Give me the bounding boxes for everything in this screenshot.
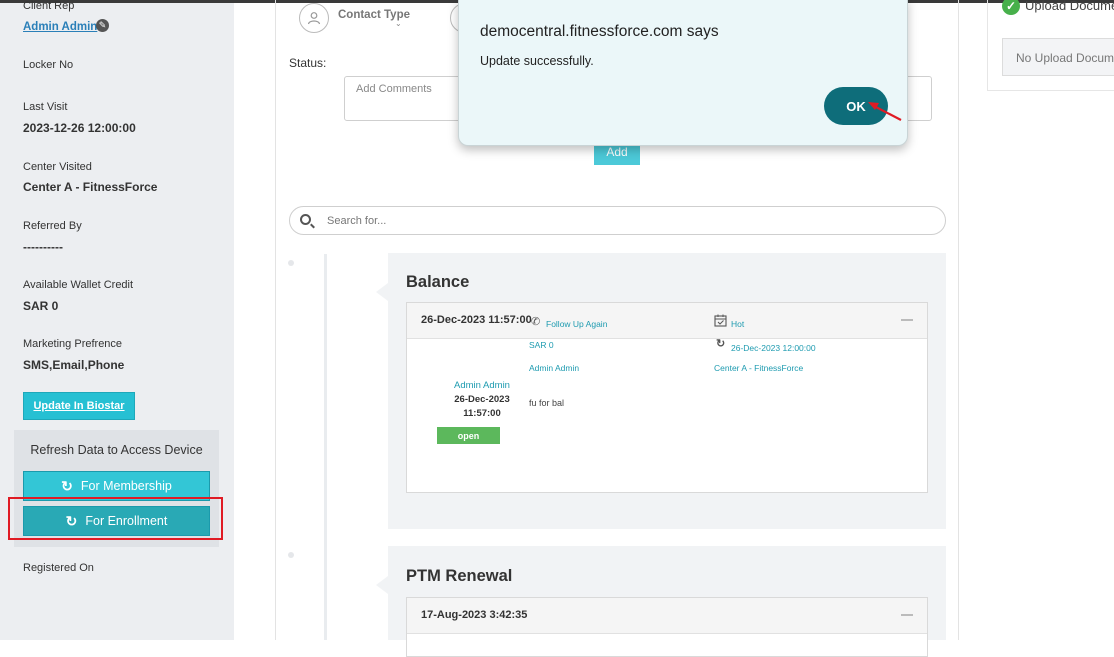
dialog-message: Update successfully. bbox=[480, 54, 594, 68]
center-visited-value: Center A - FitnessForce bbox=[23, 180, 158, 194]
calendar-icon bbox=[714, 314, 727, 332]
dialog-title: democentral.fitnessforce.com says bbox=[480, 23, 719, 40]
entry-assigned-to: Admin Admin bbox=[529, 363, 580, 373]
follow-up-type: Follow Up Again bbox=[546, 319, 608, 329]
for-enrollment-button[interactable]: ↻ For Enrollment bbox=[23, 506, 210, 536]
entry-priority: Hot bbox=[731, 319, 745, 329]
last-visit-value: 2023-12-26 12:00:00 bbox=[23, 121, 136, 135]
timeline-pointer bbox=[376, 283, 388, 301]
followup-entry: 26-Dec-2023 11:57:00 Admin Admin 26-Dec-… bbox=[406, 302, 928, 493]
phone-icon: ✆ bbox=[531, 316, 541, 328]
right-panel-divider bbox=[987, 90, 1114, 91]
refresh-title: Refresh Data to Access Device bbox=[30, 443, 203, 457]
search-bar bbox=[289, 206, 946, 235]
main-divider-right bbox=[958, 0, 959, 640]
entry-amount: SAR 0 bbox=[529, 340, 554, 350]
wallet-label: Available Wallet Credit bbox=[23, 279, 134, 291]
last-visit-label: Last Visit bbox=[23, 101, 68, 113]
entry-comment: fu for bal bbox=[529, 398, 565, 408]
card-title: Balance bbox=[406, 273, 470, 291]
chevron-down-icon[interactable]: ⌄ bbox=[395, 19, 402, 28]
timeline-card: Balance 26-Dec-2023 11:57:00 Admin Admin… bbox=[388, 253, 946, 529]
card-title: PTM Renewal bbox=[406, 567, 513, 585]
entry-user-time: 11:57:00 bbox=[463, 408, 501, 419]
check-icon: ✓ bbox=[1002, 0, 1020, 15]
main-divider-left bbox=[275, 0, 276, 640]
status-badge: open bbox=[437, 427, 500, 444]
no-upload-documents: No Upload Documents bbox=[1002, 38, 1114, 76]
update-in-biostar-button[interactable]: Update In Biostar bbox=[23, 392, 135, 420]
marketing-value: SMS,Email,Phone bbox=[23, 358, 125, 372]
timeline-card: PTM Renewal 17-Aug-2023 3:42:35 bbox=[388, 546, 946, 657]
client-rep-label: Client Rep bbox=[23, 0, 75, 12]
registered-on-label: Registered On bbox=[23, 562, 94, 574]
entry-user-block: Admin Admin 26-Dec-2023 11:57:00 bbox=[431, 380, 533, 419]
followup-entry: 17-Aug-2023 3:42:35 bbox=[406, 597, 928, 657]
user-icon[interactable] bbox=[299, 3, 329, 33]
entry-header[interactable]: 17-Aug-2023 3:42:35 bbox=[407, 598, 927, 634]
marketing-label: Marketing Prefrence bbox=[23, 338, 123, 350]
referred-by-label: Referred By bbox=[23, 220, 82, 232]
center-visited-label: Center Visited bbox=[23, 161, 92, 173]
entry-user-date: 26-Dec-2023 bbox=[454, 394, 510, 405]
upload-documents-label[interactable]: Upload Documents bbox=[1025, 0, 1114, 13]
timeline-dot bbox=[288, 260, 294, 266]
entry-center: Center A - FitnessForce bbox=[714, 363, 804, 373]
entry-date: 26-Dec-2023 11:57:00 bbox=[421, 314, 532, 326]
for-enrollment-label: For Enrollment bbox=[85, 514, 168, 528]
edit-icon[interactable]: ✎ bbox=[96, 19, 109, 32]
status-label: Status: bbox=[289, 56, 327, 70]
client-info-sidebar: Client Rep Admin Admin ✎ Locker No Last … bbox=[0, 0, 234, 640]
client-rep-link[interactable]: Admin Admin bbox=[23, 21, 97, 33]
entry-date: 17-Aug-2023 3:42:35 bbox=[421, 609, 528, 621]
right-panel-divider bbox=[987, 0, 988, 90]
refresh-icon: ↻ bbox=[65, 512, 78, 529]
for-membership-label: For Membership bbox=[80, 479, 172, 493]
entry-user: Admin Admin bbox=[454, 380, 510, 391]
for-membership-button[interactable]: ↻ For Membership bbox=[23, 471, 210, 501]
timeline-line bbox=[324, 254, 327, 640]
entry-next-date: 26-Dec-2023 12:00:00 bbox=[731, 343, 816, 353]
alert-dialog: democentral.fitnessforce.com says Update… bbox=[458, 0, 908, 146]
ok-button[interactable]: OK bbox=[824, 87, 888, 125]
search-input[interactable] bbox=[327, 211, 927, 231]
referred-by-value: ---------- bbox=[23, 240, 63, 254]
search-icon bbox=[300, 214, 311, 225]
locker-label: Locker No bbox=[23, 59, 74, 71]
entry-header[interactable]: 26-Dec-2023 11:57:00 bbox=[407, 303, 927, 339]
sync-icon: ↻ bbox=[716, 338, 726, 350]
refresh-icon: ↻ bbox=[61, 477, 73, 494]
collapse-icon[interactable] bbox=[901, 319, 913, 321]
timeline-pointer bbox=[376, 576, 388, 594]
timeline-dot bbox=[288, 552, 294, 558]
collapse-icon[interactable] bbox=[901, 614, 913, 616]
refresh-data-panel: Refresh Data to Access Device ↻ For Memb… bbox=[14, 430, 219, 547]
wallet-value: SAR 0 bbox=[23, 299, 59, 313]
